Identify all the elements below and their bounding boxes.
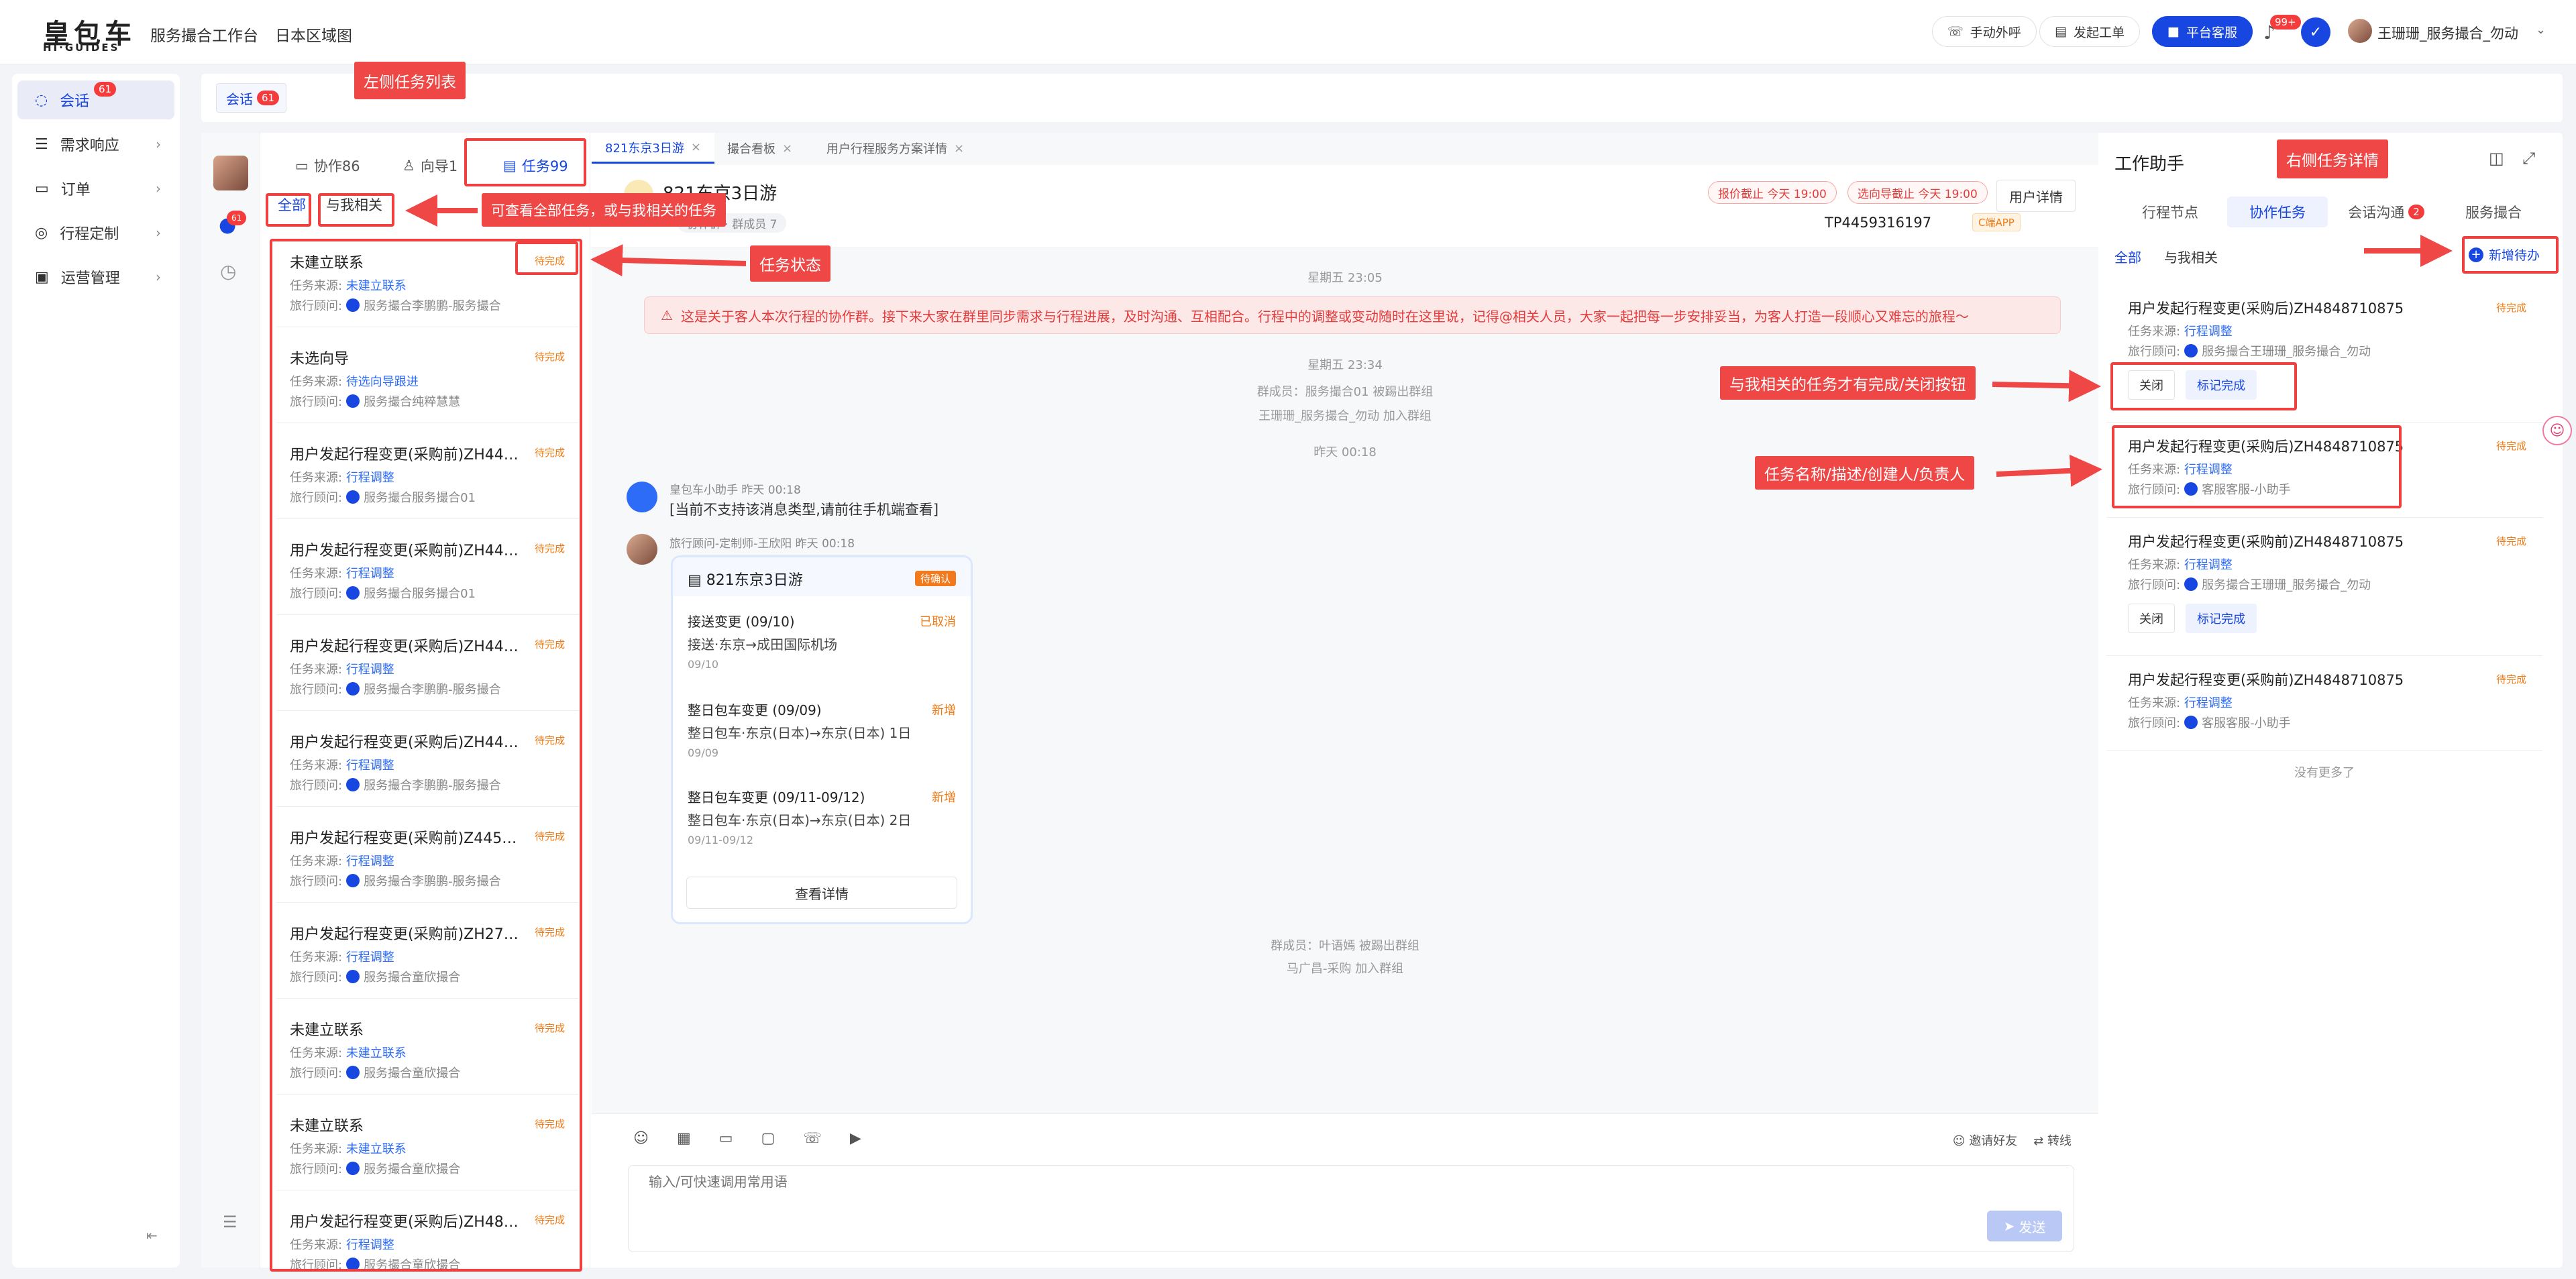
arrow-buttons [1992, 370, 2101, 402]
arrow-status [590, 244, 747, 277]
arrow-fields [1996, 454, 2102, 487]
annotation-arrows [405, 194, 2453, 487]
